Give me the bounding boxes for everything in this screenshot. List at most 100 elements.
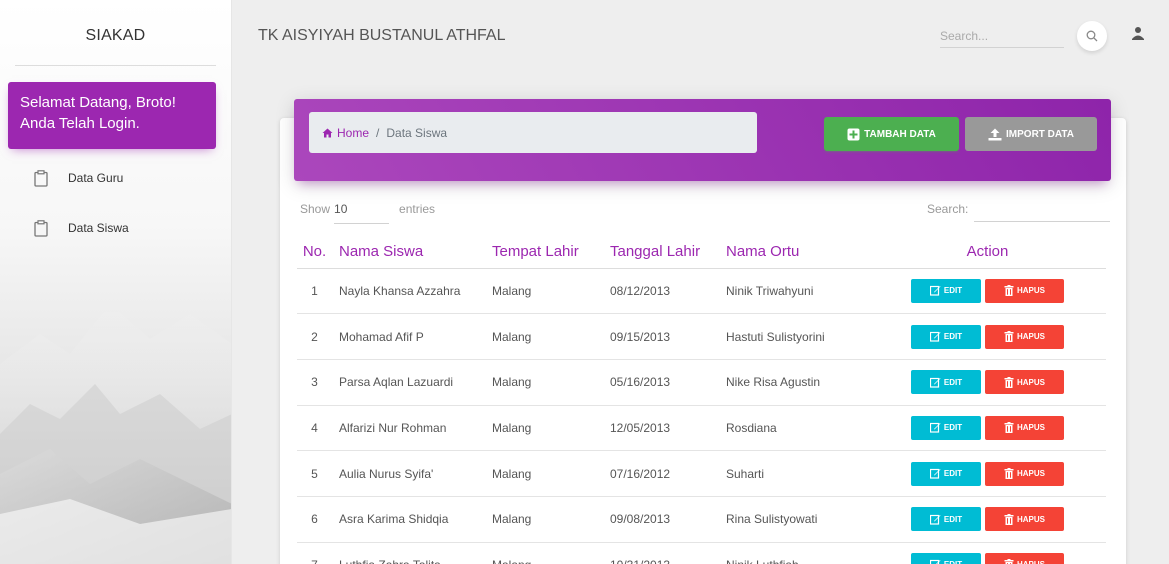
table-row: 7Luthfia Zahra TalitaMalang10/31/2013Nin… <box>297 542 1106 564</box>
entries-label: entries <box>399 202 436 216</box>
cell-nama-ortu: Hastuti Sulistyorini <box>719 313 869 360</box>
trash-icon <box>1004 468 1014 480</box>
card-header: Home / Data Siswa TAMBAH DATA IMPORT DAT… <box>294 99 1111 181</box>
column-header-action[interactable]: Action <box>869 236 1106 269</box>
cell-nama-ortu: Rosdiana <box>719 405 869 452</box>
trash-icon <box>1004 376 1014 388</box>
show-label: Show <box>300 202 331 216</box>
hapus-label: HAPUS <box>1016 332 1045 342</box>
edit-button[interactable]: EDIT <box>911 552 981 564</box>
show-entries-control: Show 10 entries <box>300 202 435 224</box>
import-data-button[interactable]: IMPORT DATA <box>965 117 1097 151</box>
cell-tempat-lahir: Malang <box>485 359 603 406</box>
edit-label: EDIT <box>943 423 963 433</box>
edit-button[interactable]: EDIT <box>911 507 981 532</box>
cell-tempat-lahir: Malang <box>485 268 603 315</box>
hapus-button[interactable]: HAPUS <box>985 324 1064 349</box>
breadcrumb-home-link[interactable]: Home <box>322 126 369 140</box>
upload-icon <box>988 128 1002 140</box>
cell-tanggal-lahir: 09/08/2013 <box>603 496 719 543</box>
trash-icon <box>1004 559 1014 564</box>
breadcrumb-current: Data Siswa <box>386 125 448 140</box>
entries-select[interactable]: 10 <box>334 202 390 224</box>
hapus-label: HAPUS <box>1016 286 1045 296</box>
column-header-tempat-lahir[interactable]: Tempat Lahir <box>485 236 603 269</box>
cell-tanggal-lahir: 10/31/2013 <box>603 542 719 564</box>
table-row: 1 Nayla Khansa Azzahra Malang 08/12/2013 Nin… <box>297 268 1106 315</box>
trash-icon <box>1004 513 1014 525</box>
cell-tanggal-lahir: 08/12/2013 <box>603 268 719 315</box>
edit-icon <box>929 560 941 564</box>
sidebar-item-data-guru[interactable]: Data Guru <box>34 158 231 198</box>
search-icon <box>1086 30 1098 42</box>
edit-button[interactable]: EDIT <box>911 370 981 395</box>
edit-button[interactable]: EDIT <box>911 461 981 486</box>
hapus-button[interactable]: HAPUS <box>985 507 1064 532</box>
table-row: 4 Alfarizi Nur Rohman Malang 12/05/2013 Rosd… <box>297 405 1106 452</box>
welcome-banner: Selamat Datang, Broto! Anda Telah Login. <box>8 82 216 149</box>
cell-nama-siswa: Nayla Khansa Azzahra <box>332 268 485 315</box>
import-data-label: IMPORT DATA <box>1006 128 1074 140</box>
tambah-data-button[interactable]: TAMBAH DATA <box>824 117 959 151</box>
app-logo[interactable]: SIAKAD <box>0 0 231 66</box>
cell-no: 2 <box>297 313 332 360</box>
edit-label: EDIT <box>944 560 962 564</box>
sidebar-item-label: Data Guru <box>68 171 124 185</box>
clipboard-icon <box>34 219 48 237</box>
cell-tempat-lahir: Malang <box>485 405 603 452</box>
hapus-label: HAPUS <box>1016 377 1045 387</box>
cell-no: 7 <box>297 542 332 564</box>
edit-button[interactable]: EDIT <box>911 324 981 349</box>
cell-nama-siswa: Asra Karima Shidqia <box>332 496 485 543</box>
trash-icon <box>1004 285 1014 297</box>
cell-nama-siswa: Luthfia Zahra Talita <box>332 542 485 564</box>
hapus-button[interactable]: HAPUS <box>985 461 1064 486</box>
cell-no: 5 <box>297 450 332 497</box>
table-row: 3 Parsa Aqlan Lazuardi Malang 05/16/2013 Nik… <box>297 359 1106 406</box>
cell-nama-siswa: Aulia Nurus Syifa' <box>332 450 485 497</box>
header-search-input[interactable] <box>940 22 1050 46</box>
hapus-button[interactable]: HAPUS <box>985 415 1064 440</box>
clipboard-icon <box>34 169 48 187</box>
header-search <box>940 22 1064 48</box>
cell-nama-siswa: Mohamad Afif P <box>332 313 485 360</box>
table-header-row: No. Nama Siswa Tempat Lahir Tanggal Lahi… <box>297 236 1106 269</box>
students-table: No. Nama Siswa Tempat Lahir Tanggal Lahi… <box>297 236 1106 564</box>
edit-icon <box>929 423 941 434</box>
edit-label: EDIT <box>943 469 963 479</box>
column-header-nama-ortu[interactable]: Nama Ortu <box>719 236 869 269</box>
cell-nama-ortu: Nike Risa Agustin <box>719 359 869 406</box>
cell-tanggal-lahir: 09/15/2013 <box>603 313 719 360</box>
cell-tanggal-lahir: 07/16/2012 <box>603 450 719 497</box>
column-header-no[interactable]: No. <box>297 236 332 269</box>
table-search-input[interactable] <box>974 202 1111 222</box>
hapus-button[interactable]: HAPUS <box>985 552 1064 564</box>
person-icon[interactable] <box>1130 25 1146 43</box>
cell-nama-ortu: Suharti <box>719 450 869 497</box>
cell-nama-ortu: Ninik Luthfiah <box>719 542 869 564</box>
cell-no: 6 <box>297 496 332 543</box>
breadcrumb: Home / Data Siswa <box>309 112 757 153</box>
cell-action: EDIT HAPUS <box>869 313 1106 360</box>
sidebar-item-data-siswa[interactable]: Data Siswa <box>34 208 231 248</box>
home-icon <box>322 128 333 137</box>
edit-button[interactable]: EDIT <box>911 278 981 303</box>
cell-action: EDIT HAPUS <box>869 359 1106 406</box>
breadcrumb-home-label: Home <box>337 125 370 140</box>
tambah-data-label: TAMBAH DATA <box>864 128 936 140</box>
cell-action: EDIT HAPUS <box>869 496 1106 543</box>
cell-nama-ortu: Ninik Triwahyuni <box>719 268 869 315</box>
edit-label: EDIT <box>943 286 963 296</box>
edit-button[interactable]: EDIT <box>911 415 981 440</box>
search-button[interactable] <box>1077 21 1107 51</box>
hapus-button[interactable]: HAPUS <box>985 278 1064 303</box>
edit-icon <box>929 377 941 388</box>
trash-icon <box>1004 422 1014 434</box>
column-header-nama-siswa[interactable]: Nama Siswa <box>332 236 485 269</box>
cell-action: EDIT HAPUS <box>869 450 1106 497</box>
plus-square-icon <box>847 128 860 140</box>
hapus-label: HAPUS <box>1016 514 1045 524</box>
column-header-tanggal-lahir[interactable]: Tanggal Lahir <box>603 236 719 269</box>
page-title[interactable]: TK AISYIYAH BUSTANUL ATHFAL <box>258 27 505 45</box>
hapus-button[interactable]: HAPUS <box>985 370 1064 395</box>
